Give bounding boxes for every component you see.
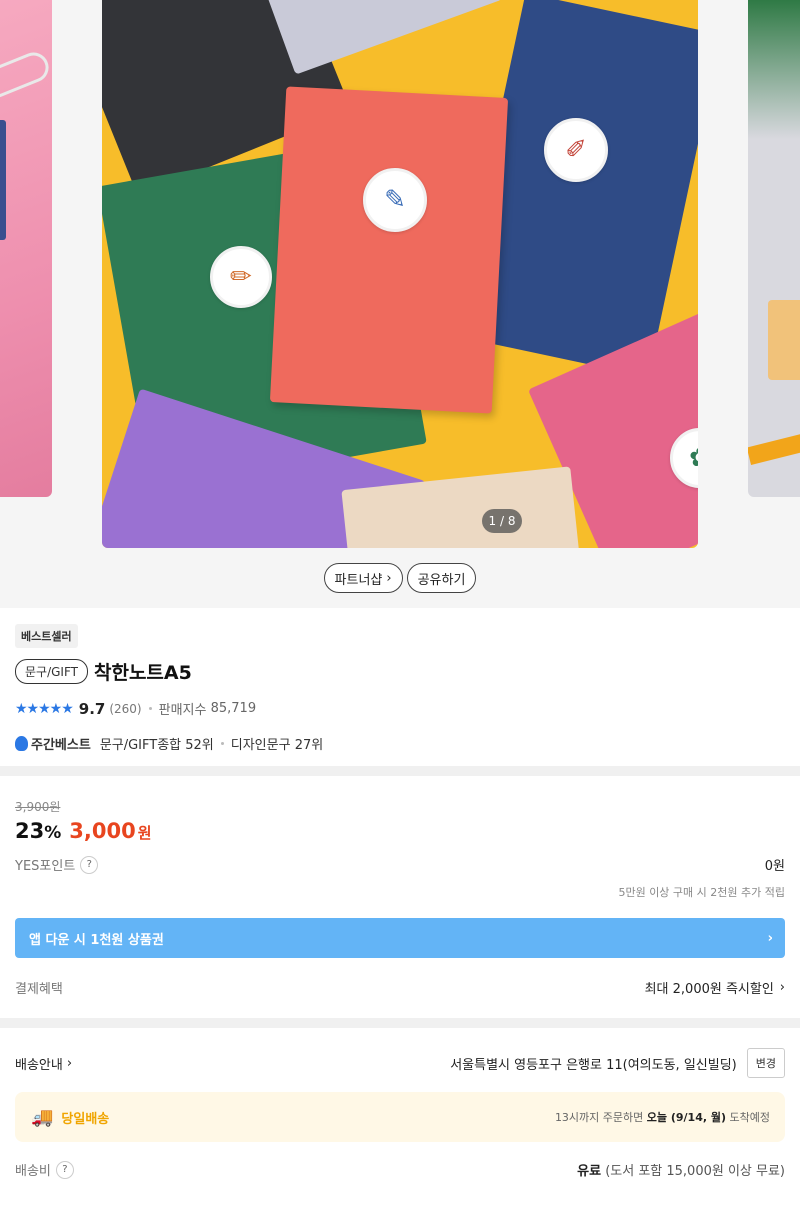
shipping-fee-detail: (도서 포함 15,000원 이상 무료) [601,1164,785,1179]
notebook-coral [269,86,509,414]
notebook-edge-decoration [0,120,6,240]
rank-general: 문구/GIFT종합 52위 [99,738,214,753]
shipping-fee-label: 배송비 [15,1164,51,1179]
weekly-best-label: 주간베스트 [31,738,91,753]
yes-points-label: YES포인트 [15,859,76,874]
shipping-guide-link[interactable]: 배송안내 › [15,1054,72,1073]
same-day-label: 당일배송 [61,1111,110,1127]
section-divider [0,1018,800,1028]
share-button[interactable]: 공유하기 [406,563,477,593]
delivery-eta: 13시까지 주문하면 오늘 (9/14, 월) 도착예정 [555,1109,770,1125]
rating-score: 9.7 [78,699,106,718]
sales-index-value: 85,719 [210,701,257,716]
help-icon[interactable]: ? [80,855,99,874]
discount-rate: 23 [15,819,45,843]
shipping-fee-bold: 유료 [577,1164,602,1179]
gallery-actions: 파트너샵 › 공유하기 [0,563,800,593]
shipping-section: 배송안내 › 서울특별시 영등포구 은행로 11(여의도동, 일신빌딩) 변경 … [0,1028,800,1179]
help-icon[interactable]: ? [55,1160,74,1179]
title-row: 문구/GIFT 착한노트A5 [15,658,785,685]
sale-price: 3,000 [69,819,136,843]
chevron-right-icon: › [779,980,785,995]
shipping-address: 서울특별시 영등포구 은행로 11(여의도동, 일신빌딩) [450,1057,737,1073]
eta-suffix: 도착예정 [726,1111,771,1124]
chevron-right-icon: › [386,570,392,586]
chevron-right-icon: › [767,930,773,946]
partner-shop-button[interactable]: 파트너샵 › [323,563,403,593]
notebook-edge-decoration [768,300,800,380]
shipping-fee-value: 유료 (도서 포함 15,000원 이상 무료) [577,1160,785,1179]
medal-icon [15,736,28,751]
star-rating-icon: ★★★★★ [15,700,74,717]
price-section: 3,900원 23 % 3,000 원 YES포인트 ? 0원 5만원 이상 구… [0,776,800,1018]
product-title: 착한노트A5 [93,662,192,684]
yes-points-row: YES포인트 ? 0원 [15,855,785,874]
product-image-gallery[interactable]: ✎ ✐ ✏ ✿ 1 / 8 파트너샵 › 공유하기 [0,0,800,608]
original-price: 3,900원 [15,800,61,814]
previous-image-preview[interactable] [0,0,52,497]
notebook-grey [261,0,503,75]
rating-row: ★★★★★ 9.7 (260) 판매지수 85,719 [15,699,785,719]
points-note: 5만원 이상 구매 시 2천원 추가 적립 [618,886,785,899]
pencil-decoration [748,433,800,465]
mouse-sticker-icon: ✐ [544,118,608,182]
weekly-best-row[interactable]: 주간베스트 문구/GIFT종합 52위 디자인문구 27위 [15,734,785,753]
separator-dot [148,707,152,710]
discount-percent-sign: % [44,823,62,843]
category-pill[interactable]: 문구/GIFT [15,659,88,684]
sale-price-unit: 원 [137,824,152,842]
eta-date: 오늘 (9/14, 월) [646,1111,727,1124]
main-product-image[interactable]: ✎ ✐ ✏ ✿ 1 / 8 [102,0,698,548]
review-count[interactable]: (260) [109,702,141,716]
delivery-truck-icon: 🚚 [31,1106,54,1128]
paperclip-decoration [0,47,52,103]
payment-benefit-row[interactable]: 결제혜택 최대 2,000원 즉시할인 › [15,978,785,997]
price-row: 23 % 3,000 원 [15,819,785,843]
change-address-button[interactable]: 변경 [746,1048,785,1078]
bestseller-badge: 베스트셀러 [15,624,78,648]
section-divider [0,766,800,776]
app-coupon-banner[interactable]: 앱 다운 시 1천원 상품권 › [15,918,785,958]
coupon-banner-text: 앱 다운 시 1천원 상품권 [29,932,164,948]
image-counter: 1 / 8 [482,509,522,533]
share-label: 공유하기 [417,572,466,588]
partner-shop-label: 파트너샵 [334,572,383,588]
chevron-right-icon: › [66,1055,73,1071]
next-image-preview[interactable] [748,0,800,497]
same-day-delivery-banner: 🚚 당일배송 13시까지 주문하면 오늘 (9/14, 월) 도착예정 [15,1092,785,1142]
yes-points-value: 0원 [764,859,785,874]
shipping-guide-label: 배송안내 [15,1057,63,1073]
cat-sticker-icon: ✏ [210,246,272,308]
product-info: 베스트셀러 문구/GIFT 착한노트A5 ★★★★★ 9.7 (260) 판매지… [0,608,800,766]
shipping-fee-row: 배송비 ? 유료 (도서 포함 15,000원 이상 무료) [15,1160,785,1179]
sales-index-label: 판매지수 [158,703,207,718]
rank-design: 디자인문구 27위 [230,738,324,753]
dog-sticker-icon: ✎ [363,168,427,232]
eta-prefix: 13시까지 주문하면 [554,1111,647,1124]
shipping-info-row: 배송안내 › 서울특별시 영등포구 은행로 11(여의도동, 일신빌딩) 변경 [15,1048,785,1078]
payment-benefit-label: 결제혜택 [15,982,63,997]
separator-dot [220,742,224,745]
payment-benefit-value: 최대 2,000원 즉시할인 [644,982,774,997]
